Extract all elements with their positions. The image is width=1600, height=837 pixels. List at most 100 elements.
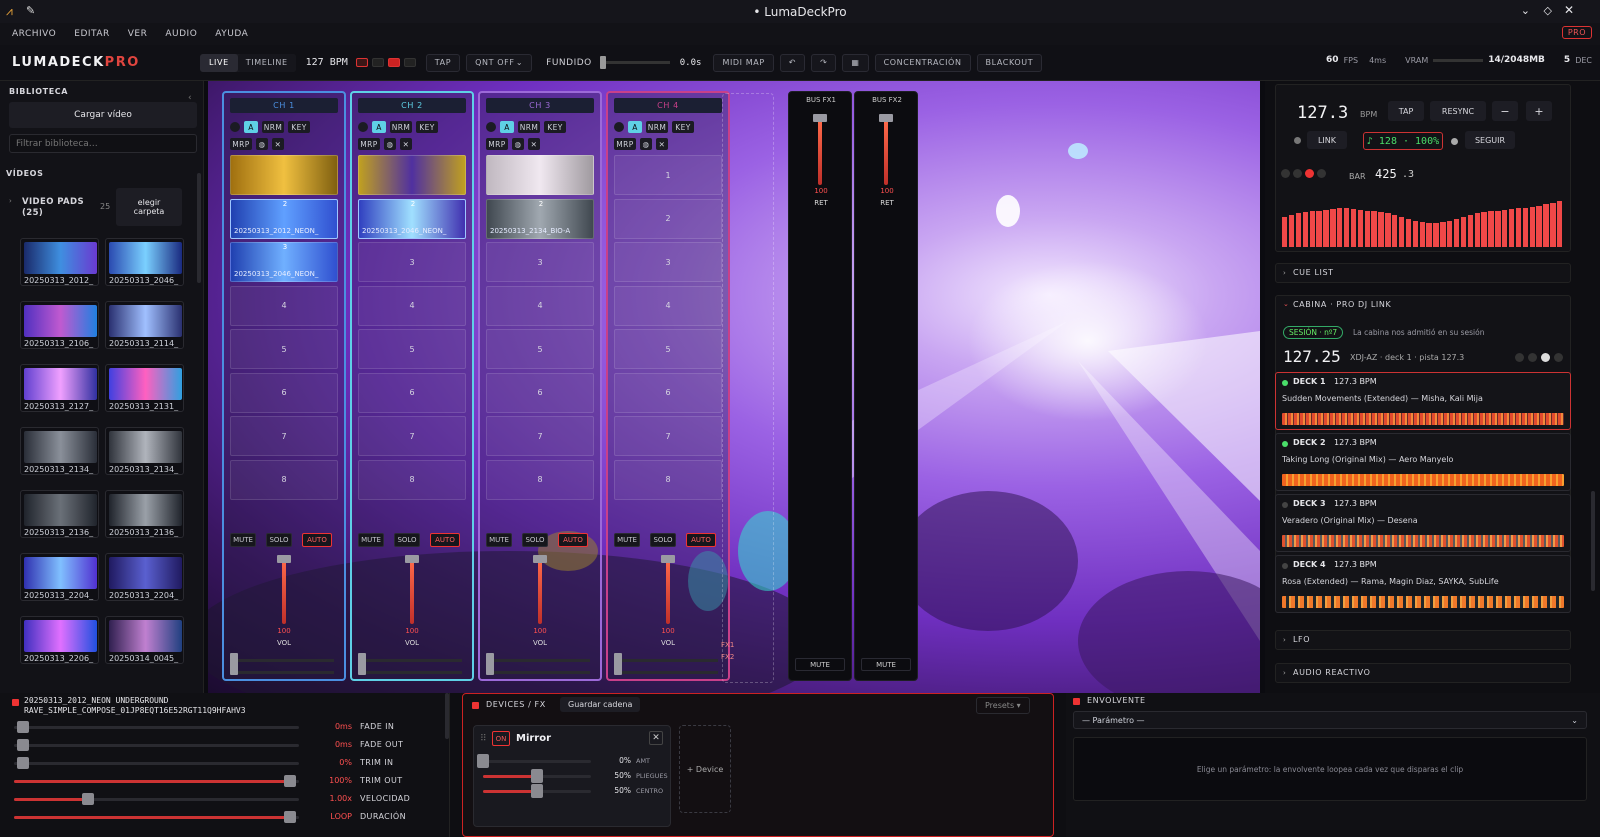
clip-slot[interactable]: 6	[486, 372, 594, 413]
video-thumb[interactable]: 20250313_2134_	[20, 427, 99, 475]
drag-handle-icon[interactable]: ⠿	[480, 734, 487, 744]
channel-a-button[interactable]: A	[244, 121, 258, 133]
tempo-tap-button[interactable]: TAP	[1388, 101, 1424, 121]
library-scrollbar[interactable]	[197, 173, 201, 283]
volume-fader-handle[interactable]	[405, 555, 419, 563]
clip-slot[interactable]: 6	[614, 372, 722, 413]
video-thumb[interactable]: 20250313_2206_	[20, 616, 99, 664]
channel-nrm-button[interactable]: NRM	[262, 121, 284, 133]
video-thumb[interactable]: 20250313_2106_	[20, 301, 99, 349]
fx1-send-slider[interactable]	[230, 659, 334, 662]
channel-mute-button[interactable]: MUTE	[614, 533, 640, 547]
remove-device-icon[interactable]: ✕	[649, 731, 663, 745]
channel-key-button[interactable]: KEY	[288, 121, 310, 133]
menu-audio[interactable]: AUDIO	[165, 29, 197, 39]
channel-solo-button[interactable]: SOLO	[650, 533, 676, 547]
clip-slot[interactable]: 7	[358, 416, 466, 456]
video-thumb[interactable]: 20250313_2114_	[105, 301, 184, 349]
clip-slot[interactable]: 4	[486, 285, 594, 326]
clip-param-slider[interactable]	[14, 798, 299, 801]
clip-slot[interactable]: 8	[358, 459, 466, 500]
clip-param-slider[interactable]	[14, 762, 299, 765]
channel-key-button[interactable]: KEY	[544, 121, 566, 133]
channel-mrp-button[interactable]: MRP	[230, 138, 252, 150]
pin-icon[interactable]: ✎	[26, 4, 35, 17]
video-thumb[interactable]: 20250314_0045_	[105, 616, 184, 664]
quantize-select[interactable]: QNT OFF ⌄	[466, 53, 533, 72]
minimize-icon[interactable]: ⌄	[1521, 4, 1530, 17]
clip-slot[interactable]	[230, 155, 338, 195]
volume-fader[interactable]	[538, 559, 542, 624]
library-filter-input[interactable]	[9, 134, 197, 153]
envelope-editor[interactable]: Elige un parámetro: la envolvente loopea…	[1073, 737, 1587, 801]
device-param-handle[interactable]	[531, 784, 543, 798]
channel-mute-button[interactable]: MUTE	[230, 533, 256, 547]
follow-button[interactable]: SEGUIR	[1465, 131, 1515, 149]
bus-fader-handle[interactable]	[879, 114, 893, 122]
channel-arm-icon[interactable]	[230, 122, 240, 132]
channel-nrm-button[interactable]: NRM	[518, 121, 540, 133]
fade-slider-handle[interactable]	[599, 56, 606, 69]
right-panel-scrollbar[interactable]	[1591, 491, 1595, 591]
choose-folder-button[interactable]: elegir carpeta	[116, 188, 182, 226]
video-thumb[interactable]: 20250313_2131_	[105, 364, 184, 412]
fx2-send-slider[interactable]	[230, 671, 334, 674]
clip-slot[interactable]: 6	[230, 372, 338, 413]
clip-slot[interactable]: 3	[614, 242, 722, 282]
video-thumb[interactable]: 20250313_2046_	[105, 238, 184, 286]
save-chain-button[interactable]: Guardar cadena	[560, 697, 641, 712]
redo-button[interactable]: ↷	[811, 53, 837, 72]
menu-ayuda[interactable]: AYUDA	[215, 29, 248, 39]
fx-send-handle[interactable]	[486, 653, 494, 675]
fx-send-handle[interactable]	[230, 653, 238, 675]
clip-param-slider[interactable]	[14, 744, 299, 747]
channel-key-button[interactable]: KEY	[416, 121, 438, 133]
clip-slot[interactable]: 5	[486, 329, 594, 369]
video-thumb[interactable]: 20250313_2134_	[105, 427, 184, 475]
fx1-send-slider[interactable]	[614, 659, 718, 662]
device-on-toggle[interactable]: ON	[492, 731, 510, 746]
channel-key-button[interactable]: KEY	[672, 121, 694, 133]
channel-clear-icon[interactable]: ✕	[272, 138, 284, 150]
channel-fx-icon[interactable]: ◍	[512, 138, 524, 150]
clip-slot[interactable]: 4	[230, 285, 338, 326]
clip-slot[interactable]: 3	[358, 242, 466, 282]
clip-slot[interactable]	[358, 155, 466, 195]
envelope-param-select[interactable]: — Parámetro — ⌄	[1073, 711, 1587, 729]
channel-solo-button[interactable]: SOLO	[522, 533, 548, 547]
volume-fader-handle[interactable]	[661, 555, 675, 563]
channel-clear-icon[interactable]: ✕	[656, 138, 668, 150]
link-button[interactable]: LINK	[1307, 131, 1347, 149]
clip-slot[interactable]: 8	[486, 459, 594, 500]
channel-a-button[interactable]: A	[500, 121, 514, 133]
device-param-handle[interactable]	[531, 769, 543, 783]
device-param-handle[interactable]	[477, 754, 489, 768]
maximize-icon[interactable]: ◇	[1544, 4, 1552, 17]
channel-arm-icon[interactable]	[358, 122, 368, 132]
clip-slot[interactable]: 2	[614, 198, 722, 239]
clip-slot[interactable]: 7	[486, 416, 594, 456]
midi-map-button[interactable]: MIDI MAP	[713, 53, 774, 72]
channel-mrp-button[interactable]: MRP	[614, 138, 636, 150]
close-icon[interactable]: ✕	[1564, 3, 1574, 17]
fx2-send-slider[interactable]	[486, 671, 590, 674]
channel-a-button[interactable]: A	[372, 121, 386, 133]
bus-fader[interactable]	[818, 120, 822, 185]
video-thumb[interactable]: 20250313_2204_	[105, 553, 184, 601]
tap-button[interactable]: TAP	[425, 53, 461, 72]
bus-mute-button[interactable]: MUTE	[861, 658, 911, 671]
add-channel-slot[interactable]	[722, 93, 774, 683]
clip-slot[interactable]: 6	[358, 372, 466, 413]
channel-clear-icon[interactable]: ✕	[528, 138, 540, 150]
presets-button[interactable]: Presets ▾	[976, 697, 1030, 714]
clip-slot[interactable]: 4	[358, 285, 466, 326]
clip-slot[interactable]: 7	[614, 416, 722, 456]
clip-slot[interactable]: 3 20250313_2046_NEON_	[230, 242, 338, 282]
deck-card-1[interactable]: DECK 1 127.3 BPM Sudden Movements (Extende…	[1275, 372, 1571, 430]
volume-fader-handle[interactable]	[277, 555, 291, 563]
volume-fader[interactable]	[410, 559, 414, 624]
clip-slot[interactable]: 1	[614, 155, 722, 195]
video-thumb[interactable]: 20250313_2136_	[105, 490, 184, 538]
clip-scrollbar[interactable]	[445, 693, 449, 739]
clip-slot[interactable]: 5	[230, 329, 338, 369]
